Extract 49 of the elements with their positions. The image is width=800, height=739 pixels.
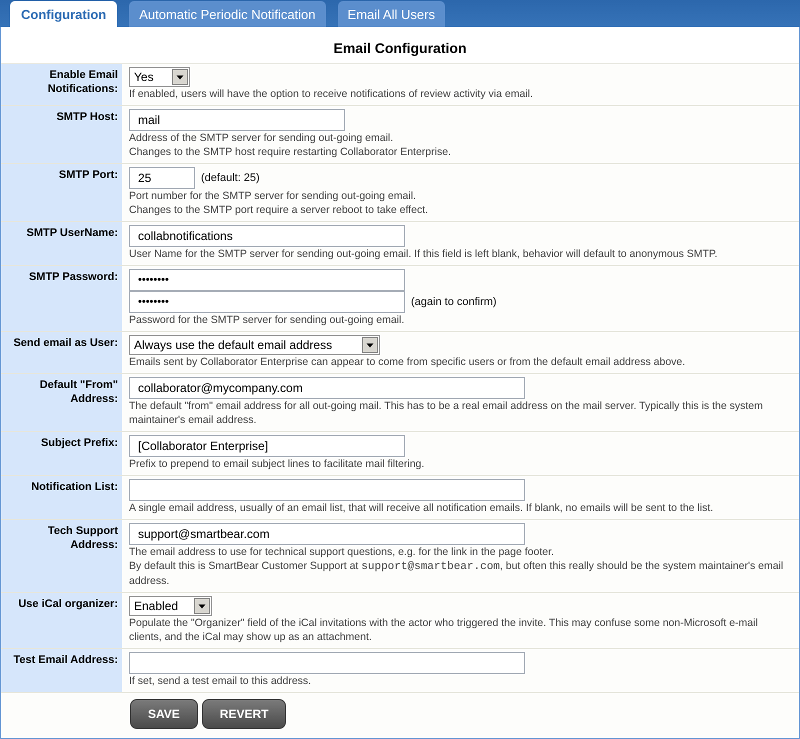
help-text: Port number for the SMTP server for sending out-going email. <box>129 189 417 203</box>
field-label: Test Email Address: <box>1 649 122 692</box>
field-label: Send email as User: <box>1 332 122 373</box>
help-text: By default this is SmartBear Customer Support at support@smartbear.com, but often this really should be the system maintainer's email address. <box>129 559 784 588</box>
text-field[interactable]: [Collaborator Enterprise] <box>129 435 405 457</box>
text-field[interactable] <box>129 652 525 674</box>
help-text: Emails sent by Collaborator Enterprise can appear to come from specific users or from the default email address above. <box>129 355 686 369</box>
confirm-password-field[interactable]: •••••••• <box>129 291 405 313</box>
field-label: Default "From" Address: <box>1 374 122 431</box>
field-label: Tech Support Address: <box>1 520 122 592</box>
field-note: (again to confirm) <box>411 296 497 308</box>
dropdown[interactable]: Yes <box>129 67 190 87</box>
field-label: Enable Email Notifications: <box>1 64 122 105</box>
dropdown[interactable]: Enabled <box>129 596 212 616</box>
field-label: Subject Prefix: <box>1 432 122 475</box>
help-text: Changes to the SMTP host require restarting Collaborator Enterprise. <box>129 145 452 159</box>
help-text: A single email address, usually of an email list, that will receive all notification emails. If blank, no emails will be sent to the list. <box>129 501 714 515</box>
caret-icon <box>194 598 210 614</box>
text-field[interactable]: collaborator@mycompany.com <box>129 377 525 399</box>
help-text: Password for the SMTP server for sending out-going email. <box>129 313 406 327</box>
form-button[interactable]: SAVE <box>130 699 198 729</box>
help-text: Changes to the SMTP port require a server reboot to take effect. <box>129 203 430 217</box>
field-note: (default: 25) <box>201 172 260 184</box>
field-label: SMTP Port: <box>1 164 122 221</box>
field-label: Use iCal organizer: <box>1 593 122 648</box>
text-field[interactable] <box>129 479 525 501</box>
text-field[interactable]: 25 <box>129 167 195 189</box>
form-button[interactable]: REVERT <box>202 699 286 729</box>
field-label: SMTP Password: <box>1 266 122 331</box>
help-text: If enabled, users will have the option to receive notifications of review activity via email. <box>129 87 534 101</box>
password-field[interactable]: •••••••• <box>129 269 405 291</box>
caret-icon <box>172 69 188 85</box>
text-field[interactable]: support@smartbear.com <box>129 523 525 545</box>
help-text: Address of the SMTP server for sending out-going email. <box>129 131 394 145</box>
field-label: SMTP Host: <box>1 106 122 163</box>
field-label: SMTP UserName: <box>1 222 122 265</box>
help-text: User Name for the SMTP server for sending out-going email. If this field is left blank, behavior will default to anonymous SMTP. <box>129 247 718 261</box>
section-title: Email Configuration <box>1 27 799 64</box>
help-text: The default "from" email address for all out-going mail. This has to be a real email address on the mail server. Typically this is the system maintainer's email address. <box>129 399 764 427</box>
text-field[interactable]: mail <box>129 109 345 131</box>
tab[interactable]: Configuration <box>10 1 118 27</box>
help-text: Populate the "Organizer" field of the iCal invitations with the actor who triggered the invite. This may confuse some non-Microsoft e-mail clients, and the iCal may show up as an attachment. <box>129 616 759 644</box>
caret-icon <box>362 337 378 353</box>
help-text: If set, send a test email to this address. <box>129 674 312 688</box>
field-label: Notification List: <box>1 476 122 519</box>
text-field[interactable]: collabnotifications <box>129 225 405 247</box>
help-text: Prefix to prepend to email subject lines to facilitate mail filtering. <box>129 457 426 471</box>
dropdown[interactable]: Always use the default email address <box>129 335 380 355</box>
help-text: The email address to use for technical support questions, e.g. for the link in the page footer. <box>129 545 555 559</box>
